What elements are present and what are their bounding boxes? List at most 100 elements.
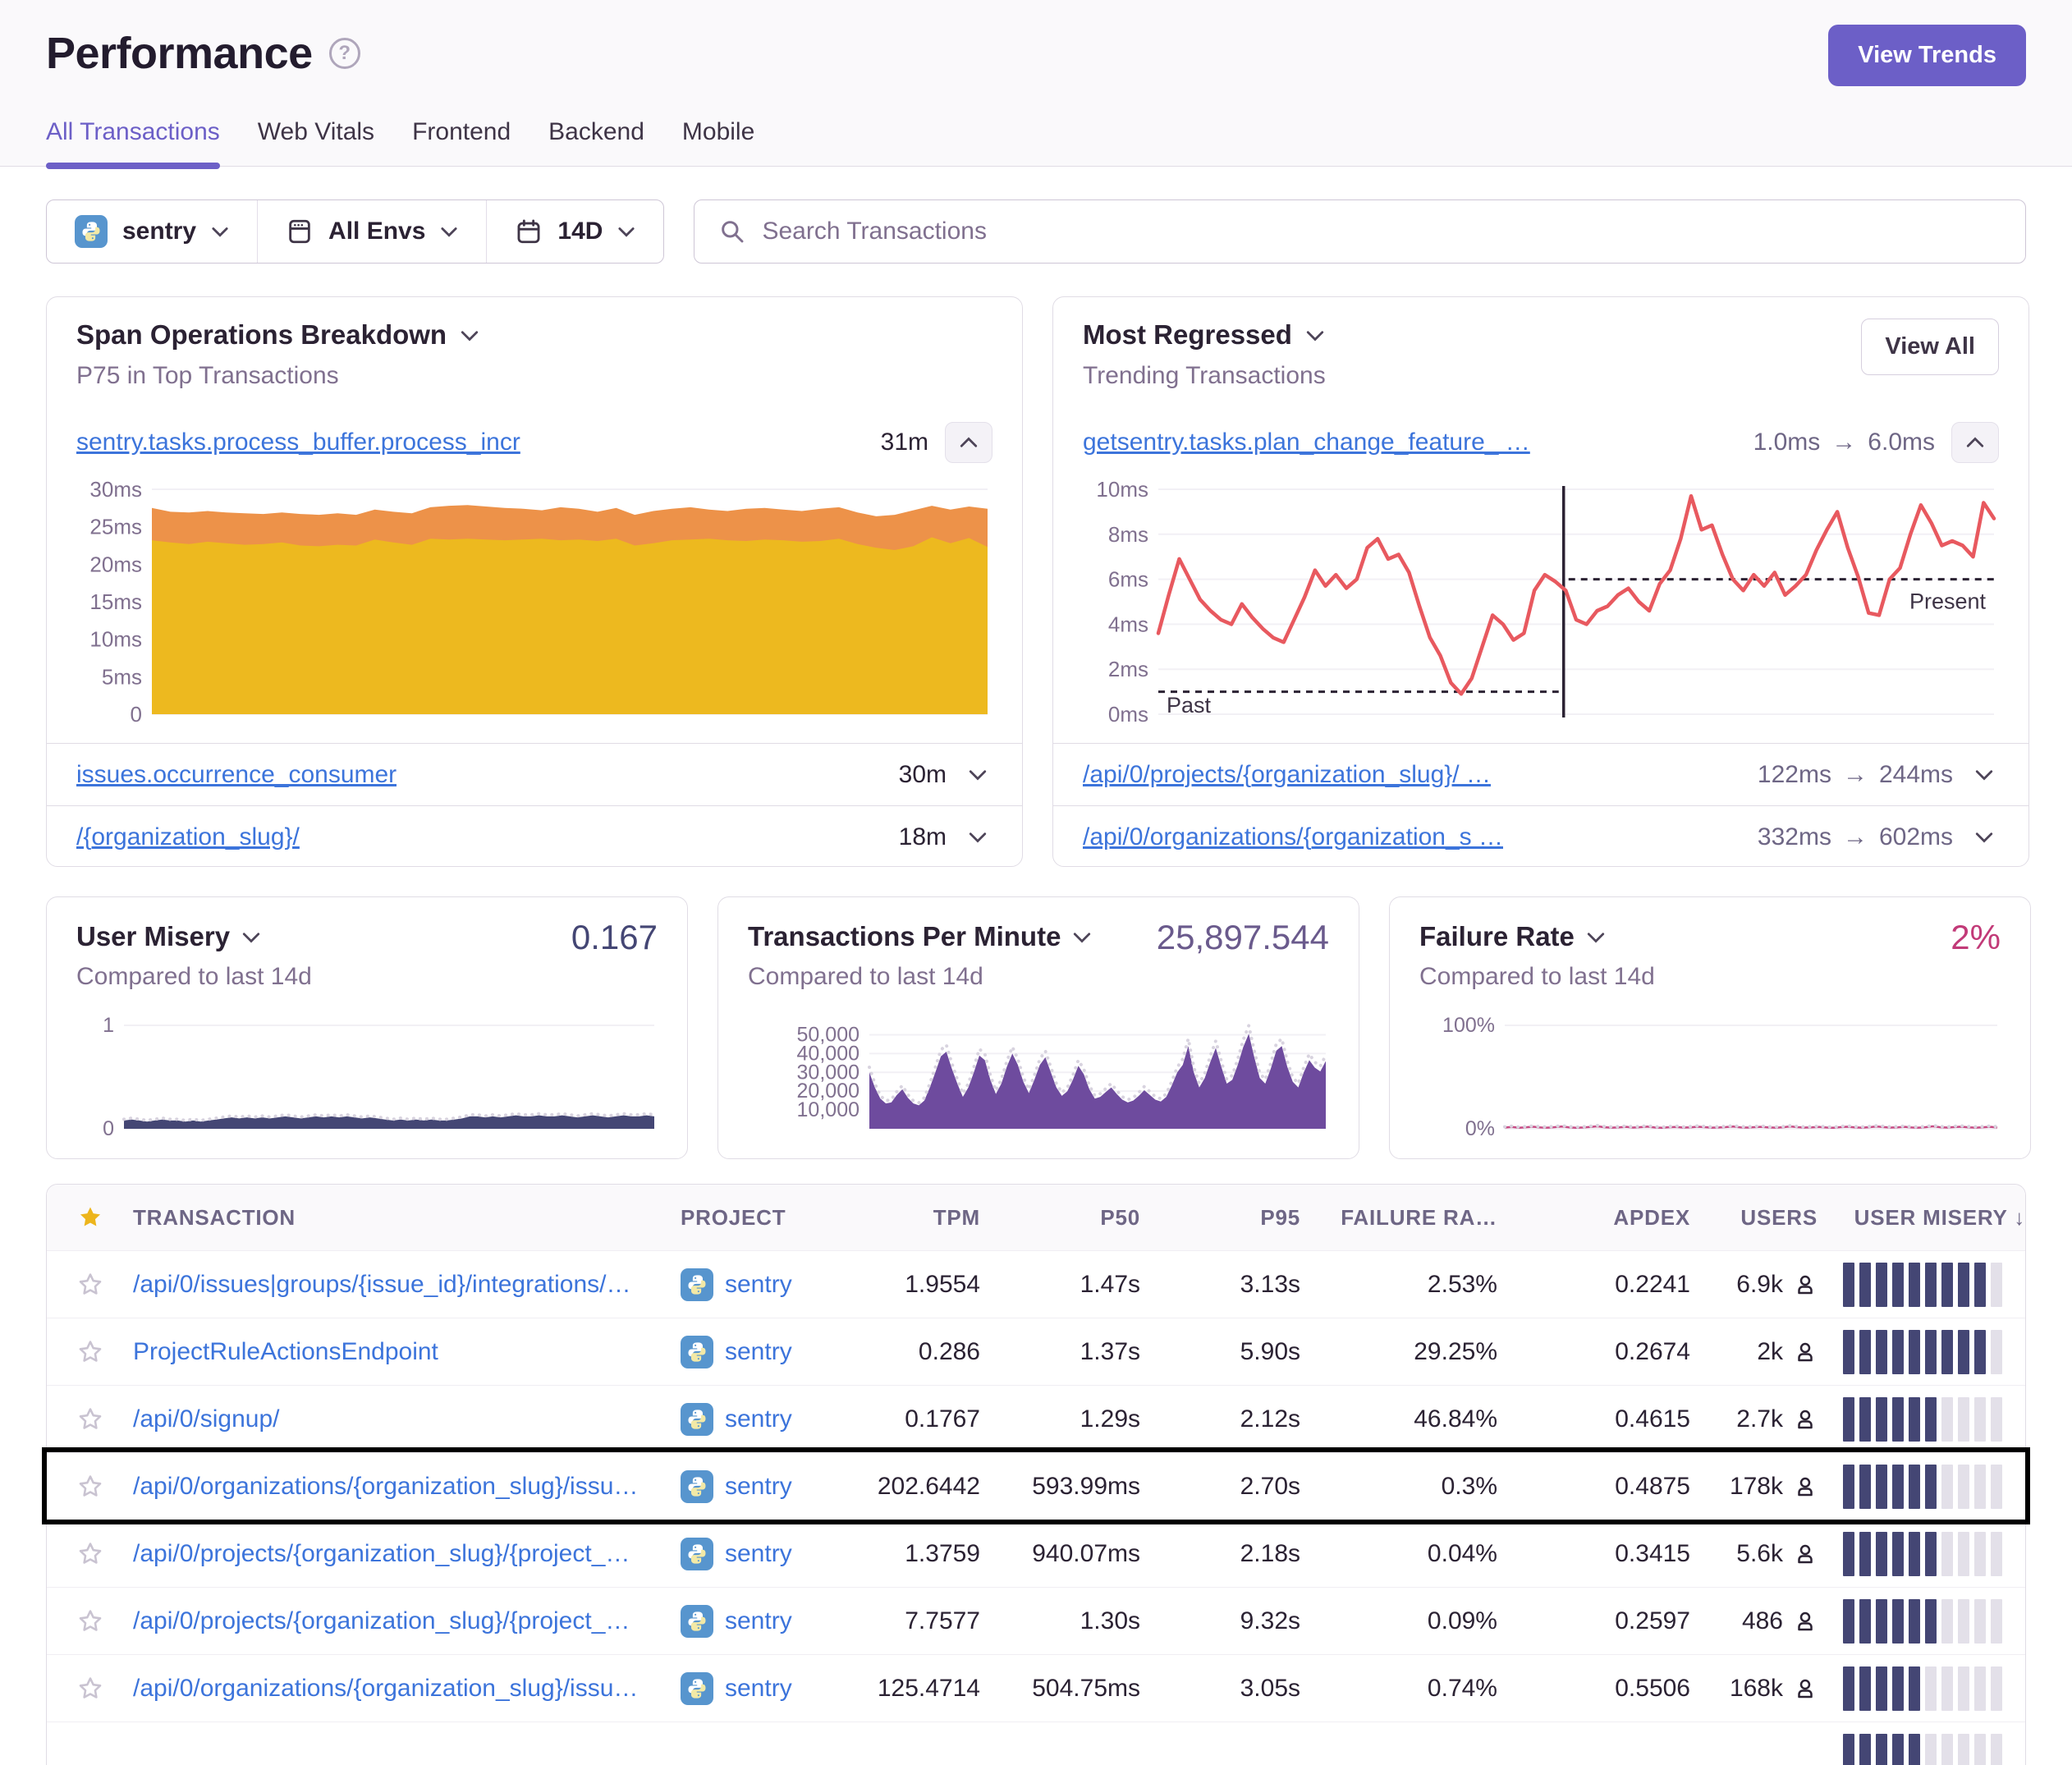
tab-frontend[interactable]: Frontend	[412, 118, 511, 166]
transaction-link[interactable]: /api/0/issues|groups/{issue_id}/integrat…	[133, 1271, 681, 1299]
span-duration-value: 31m	[881, 429, 928, 456]
tab-all-transactions[interactable]: All Transactions	[46, 118, 220, 166]
span-transaction-link[interactable]: sentry.tasks.process_buffer.process_incr	[76, 429, 520, 456]
table-row[interactable]: /api/0/projects/{organization_slug}/{pro…	[47, 1587, 2025, 1654]
apdex-cell: 0.2241	[1497, 1271, 1690, 1299]
span-transaction-link[interactable]: issues.occurrence_consumer	[76, 761, 397, 789]
tab-backend[interactable]: Backend	[548, 118, 644, 166]
project-link[interactable]: sentry	[681, 1605, 853, 1638]
column-header-failure-ra-[interactable]: FAILURE RA…	[1300, 1205, 1497, 1231]
project-link[interactable]: sentry	[681, 1336, 853, 1368]
svg-text:15ms: 15ms	[89, 589, 142, 614]
chevron-down-icon	[1305, 329, 1325, 342]
failure-rate-title[interactable]: Failure Rate	[1419, 919, 1575, 955]
column-header-p50[interactable]: P50	[980, 1205, 1140, 1231]
column-header-user-misery[interactable]: USER MISERY ↓	[1818, 1205, 2025, 1231]
transaction-link[interactable]: /api/0/signup/	[133, 1405, 681, 1433]
star-toggle[interactable]	[47, 1338, 133, 1366]
transaction-link[interactable]: /api/0/projects/{organization_slug}/{pro…	[133, 1540, 681, 1568]
column-header-apdex[interactable]: APDEX	[1497, 1205, 1690, 1231]
failure-rate-cell: 46.84%	[1300, 1405, 1497, 1433]
users-cell: 6.9k	[1690, 1271, 1818, 1299]
view-all-button[interactable]: View All	[1861, 319, 1999, 375]
chevron-up-icon	[959, 437, 979, 449]
star-toggle[interactable]	[47, 1271, 133, 1299]
p95-cell: 3.05s	[1140, 1675, 1300, 1703]
transaction-link[interactable]: /api/0/organizations/{organization_slug}…	[133, 1473, 681, 1501]
regressed-transaction-link[interactable]: getsentry.tasks.plan_change_feature_ …	[1083, 429, 1530, 456]
table-row[interactable]: /api/0/projects/{organization_slug}/{pro…	[47, 1520, 2025, 1587]
p50-cell: 1.37s	[980, 1338, 1140, 1366]
regressed-transaction-link[interactable]: /api/0/organizations/{organization_s …	[1083, 823, 1503, 851]
column-header-tpm[interactable]: TPM	[853, 1205, 980, 1231]
transaction-link[interactable]: /api/0/organizations/{organization_slug}…	[133, 1675, 681, 1703]
failure-rate-cell: 29.25%	[1300, 1338, 1497, 1366]
svg-text:30ms: 30ms	[89, 481, 142, 502]
table-row[interactable]: /api/0/organizations/{organization_slug}…	[47, 1452, 2025, 1520]
star-icon	[76, 1473, 104, 1501]
p50-cell: 504.75ms	[980, 1675, 1140, 1703]
apdex-cell: 0.2597	[1497, 1607, 1690, 1635]
expand-button[interactable]	[1969, 831, 1999, 843]
table-header: TRANSACTIONPROJECTTPMP50P95FAILURE RA…AP…	[47, 1185, 2025, 1250]
search-input[interactable]: Search Transactions	[694, 199, 2026, 264]
failure-rate-card: Failure Rate 2% Compared to last 14d 100…	[1389, 896, 2031, 1159]
p95-cell: 5.90s	[1140, 1338, 1300, 1366]
users-cell: 2k	[1690, 1338, 1818, 1366]
star-toggle[interactable]	[47, 1675, 133, 1703]
expand-button[interactable]	[963, 831, 992, 843]
span-card-title[interactable]: Span Operations Breakdown	[76, 319, 447, 351]
span-duration-value: 18m	[899, 823, 947, 851]
column-header-users[interactable]: USERS	[1690, 1205, 1818, 1231]
search-placeholder: Search Transactions	[762, 218, 986, 245]
tab-web-vitals[interactable]: Web Vitals	[258, 118, 374, 166]
environment-selector[interactable]: All Envs	[257, 200, 486, 263]
user-icon	[1793, 1272, 1818, 1297]
tpm-title[interactable]: Transactions Per Minute	[748, 919, 1061, 955]
table-row[interactable]: /api/0/signup/sentry0.17671.29s2.12s46.8…	[47, 1385, 2025, 1452]
date-range-selector[interactable]: 14D	[486, 200, 663, 263]
transaction-link[interactable]: /api/0/projects/{organization_slug}/{pro…	[133, 1607, 681, 1635]
table-row[interactable]: /api/0/organizations/{organization_slug}…	[47, 1654, 2025, 1721]
apdex-cell: 0.4615	[1497, 1405, 1690, 1433]
help-icon[interactable]: ?	[329, 38, 360, 69]
star-toggle[interactable]	[47, 1607, 133, 1635]
star-toggle[interactable]	[47, 1473, 133, 1501]
page-title: Performance	[46, 28, 313, 79]
project-link[interactable]: sentry	[681, 1672, 853, 1705]
project-link[interactable]: sentry	[681, 1268, 853, 1301]
view-trends-button[interactable]: View Trends	[1828, 25, 2026, 86]
expand-button[interactable]	[963, 768, 992, 781]
project-link[interactable]: sentry	[681, 1538, 853, 1570]
collapse-button[interactable]	[945, 422, 992, 463]
regressed-card-title[interactable]: Most Regressed	[1083, 319, 1292, 351]
regressed-transaction-link[interactable]: /api/0/projects/{organization_slug}/ …	[1083, 761, 1491, 789]
user-misery-title[interactable]: User Misery	[76, 919, 230, 955]
tpm-cell: 202.6442	[853, 1473, 980, 1501]
span-transaction-link[interactable]: /{organization_slug}/	[76, 823, 300, 851]
star-column-header[interactable]	[47, 1203, 133, 1231]
calendar-icon	[515, 218, 543, 245]
transaction-link[interactable]: ProjectRuleActionsEndpoint	[133, 1338, 681, 1366]
tab-mobile[interactable]: Mobile	[682, 118, 754, 166]
star-toggle[interactable]	[47, 1405, 133, 1433]
table-row[interactable]: ProjectRuleActionsEndpointsentry0.2861.3…	[47, 1318, 2025, 1385]
page-filter-group: sentry All Envs 14D	[46, 199, 664, 264]
column-header-p95[interactable]: P95	[1140, 1205, 1300, 1231]
star-toggle[interactable]	[47, 1540, 133, 1568]
column-header-project[interactable]: PROJECT	[681, 1205, 853, 1231]
collapse-button[interactable]	[1951, 422, 1999, 463]
tab-bar: All Transactions Web Vitals Frontend Backen…	[46, 118, 2026, 166]
failure-rate-subtitle: Compared to last 14d	[1419, 963, 2001, 991]
tpm-cell: 7.7577	[853, 1607, 980, 1635]
expand-button[interactable]	[1969, 768, 1999, 781]
column-header-transaction[interactable]: TRANSACTION	[133, 1205, 681, 1231]
table-row[interactable]	[47, 1721, 2025, 1765]
failure-rate-value: 2%	[1951, 919, 2001, 956]
most-regressed-chart: 10ms8ms6ms4ms2ms0msPastPresent	[1053, 478, 2028, 743]
project-link[interactable]: sentry	[681, 1470, 853, 1503]
project-selector[interactable]: sentry	[47, 200, 257, 263]
table-row[interactable]: /api/0/issues|groups/{issue_id}/integrat…	[47, 1250, 2025, 1318]
user-misery-bar	[1818, 1599, 2025, 1644]
project-link[interactable]: sentry	[681, 1403, 853, 1436]
